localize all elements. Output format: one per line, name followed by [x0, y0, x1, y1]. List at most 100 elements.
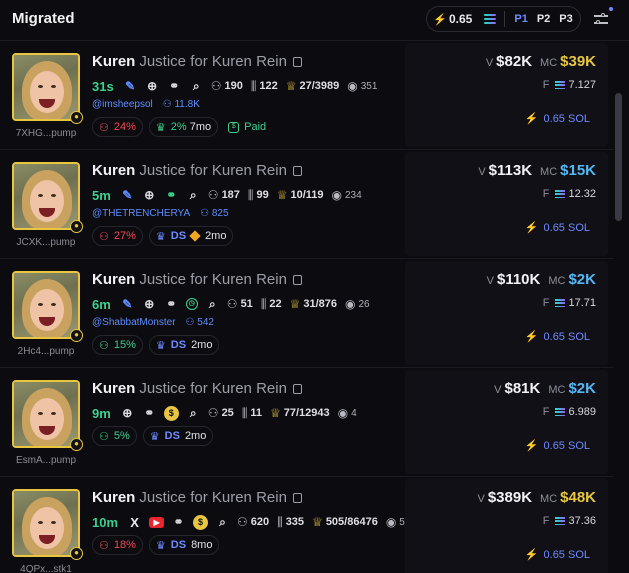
- quick-buy-button[interactable]: ⚡ 0.65 SOL: [525, 439, 590, 452]
- chef-hat-icon: ♛: [149, 430, 160, 443]
- search-icon[interactable]: ⌕: [189, 79, 204, 94]
- token-name: Kuren Justice for Kuren Rein: [92, 380, 302, 397]
- globe-icon[interactable]: ⊕: [120, 406, 135, 421]
- token-address[interactable]: 2Hc4...pump: [10, 346, 82, 357]
- token-avatar[interactable]: [12, 380, 80, 448]
- twitter-handle[interactable]: @imsheepsol: [92, 99, 153, 110]
- sliders-icon[interactable]: [594, 12, 610, 26]
- token-row[interactable]: ● 2Hc4...pump Kuren Justice for Kuren Rei…: [0, 259, 613, 368]
- preset-p3[interactable]: P3: [559, 13, 572, 25]
- token-avatar[interactable]: [12, 489, 80, 557]
- token-badges: ⚇ 27% ♛ DS 2mo: [92, 226, 239, 246]
- coin-icon[interactable]: $: [163, 405, 179, 421]
- search-icon[interactable]: ⌕: [186, 406, 201, 421]
- fee-value: F 12.32: [542, 188, 596, 200]
- quick-buy-value[interactable]: 0.65: [449, 12, 472, 26]
- globe-icon[interactable]: ⊕: [142, 188, 157, 203]
- copy-icon[interactable]: [292, 493, 302, 503]
- holders-icon: ⚇: [207, 188, 219, 202]
- search-icon[interactable]: ⌕: [186, 188, 201, 203]
- quick-buy-control[interactable]: ⚡ 0.65 P1 P2 P3: [426, 6, 581, 32]
- twitter-handle[interactable]: @ShabbatMonster: [92, 317, 176, 328]
- search-icon[interactable]: ⌕: [215, 515, 230, 530]
- quick-buy-button[interactable]: ⚡ 0.65 SOL: [525, 330, 590, 343]
- token-row[interactable]: ● 4QPx...stk1 Kuren Justice for Kuren Rei…: [0, 477, 613, 573]
- link-icon[interactable]: ⚭: [171, 515, 186, 530]
- coin-icon[interactable]: $: [193, 514, 209, 530]
- volume-mcap: V $81K MC $2K: [494, 380, 596, 397]
- token-fullname: Justice for Kuren Rein: [139, 380, 287, 397]
- token-stats: 6m ✎ ⊕ ⚭ ◷ ⌕ ⚇ 51 ⫼ 22 ♕ 31/876 ◉ 26: [92, 295, 378, 313]
- token-address[interactable]: EsmA...pump: [10, 455, 82, 466]
- token-avatar[interactable]: [12, 162, 80, 230]
- followers-icon: ⚇: [162, 99, 175, 110]
- token-row[interactable]: ● JCXK...pump Kuren Justice for Kuren Rei…: [0, 150, 613, 259]
- views-stat: ◉ 26: [345, 297, 370, 311]
- solana-icon: [555, 299, 566, 307]
- chef-hat-icon: ♛: [155, 121, 166, 134]
- link-icon[interactable]: ⚭: [164, 297, 179, 312]
- scrollbar-thumb[interactable]: [615, 93, 622, 221]
- views-stat: ◉ 351: [347, 79, 378, 93]
- x-icon[interactable]: X: [127, 515, 142, 530]
- fee-value: F 7.127: [542, 79, 596, 91]
- copy-icon[interactable]: [292, 275, 302, 285]
- trades-stat: ⫼ 22: [260, 296, 282, 311]
- globe-icon[interactable]: ⊕: [145, 79, 160, 94]
- token-row[interactable]: ● 7XHG...pump Kuren Justice for Kuren Rei…: [0, 41, 613, 150]
- link-icon[interactable]: ⚭: [164, 188, 179, 203]
- globe-icon[interactable]: ⊕: [142, 297, 157, 312]
- copy-icon[interactable]: [292, 166, 302, 176]
- holders-stat: ⚇ 51: [226, 297, 253, 311]
- mcap-value: $15K: [560, 162, 596, 179]
- clock-icon[interactable]: ◷: [185, 298, 198, 310]
- copy-icon[interactable]: [292, 57, 302, 67]
- link-icon[interactable]: ⚭: [167, 79, 182, 94]
- crown-icon: ♕: [269, 406, 281, 420]
- trades-stat: ⫼ 335: [277, 514, 305, 529]
- twitter-handle[interactable]: @THETRENCHERYA: [92, 208, 190, 219]
- token-address[interactable]: JCXK...pump: [10, 237, 82, 248]
- copy-icon[interactable]: [292, 384, 302, 394]
- views-stat: ◉ 4: [337, 406, 357, 420]
- followers-icon: ⚇: [200, 208, 212, 219]
- top-holders-stat: ♕ 10/119: [276, 188, 324, 202]
- token-fullname: Justice for Kuren Rein: [139, 53, 287, 70]
- mcap-value: $2K: [568, 271, 596, 288]
- quick-buy-button[interactable]: ⚡ 0.65 SOL: [525, 112, 590, 125]
- token-row[interactable]: ● EsmA...pump Kuren Justice for Kuren Rei…: [0, 368, 613, 477]
- token-fullname: Justice for Kuren Rein: [139, 271, 287, 288]
- token-age: 5m: [92, 187, 111, 203]
- link-icon[interactable]: ⚭: [142, 406, 157, 421]
- candles-icon: ⫼: [247, 187, 254, 202]
- token-name: Kuren Justice for Kuren Rein: [92, 53, 302, 70]
- youtube-icon[interactable]: ▶: [149, 516, 165, 528]
- feather-icon[interactable]: ✎: [120, 297, 135, 312]
- mcap-value: $48K: [560, 489, 596, 506]
- quick-buy-button[interactable]: ⚡ 0.65 SOL: [525, 221, 590, 234]
- token-address[interactable]: 7XHG...pump: [10, 128, 82, 139]
- quick-buy-button[interactable]: ⚡ 0.65 SOL: [525, 548, 590, 561]
- chef-hat-icon: ♛: [155, 339, 166, 352]
- scrollbar[interactable]: [613, 41, 629, 573]
- token-avatar[interactable]: [12, 271, 80, 339]
- trades-stat: ⫼ 122: [250, 78, 278, 93]
- feather-icon[interactable]: ✎: [123, 79, 138, 94]
- migrated-panel: Migrated ⚡ 0.65 P1 P2 P3 ● 7XHG...pump K…: [0, 0, 629, 573]
- trades-stat: ⫼ 99: [247, 187, 269, 202]
- twitter-info: @ShabbatMonster ⚇ 542: [92, 317, 214, 328]
- token-market-panel: V $113K MC $15K F 12.32 ⚡ 0.65 SOL: [405, 152, 608, 256]
- preset-p1[interactable]: P1: [514, 13, 527, 25]
- trades-stat: ⫼ 11: [241, 405, 262, 420]
- token-address[interactable]: 4QPx...stk1: [10, 564, 82, 573]
- ds-pill: ♛ DS 8mo: [148, 535, 220, 555]
- preset-p2[interactable]: P2: [537, 13, 550, 25]
- search-icon[interactable]: ⌕: [205, 297, 220, 312]
- views-stat: ◉ 234: [331, 188, 362, 202]
- feather-icon[interactable]: ✎: [120, 188, 135, 203]
- token-age: 10m: [92, 514, 119, 530]
- pump-badge-icon: ●: [70, 220, 83, 233]
- token-stats: 9m ⊕ ⚭ $ ⌕ ⚇ 25 ⫼ 11 ♕ 77/12943 ◉ 4: [92, 404, 365, 422]
- token-avatar[interactable]: [12, 53, 80, 121]
- token-name: Kuren Justice for Kuren Rein: [92, 271, 302, 288]
